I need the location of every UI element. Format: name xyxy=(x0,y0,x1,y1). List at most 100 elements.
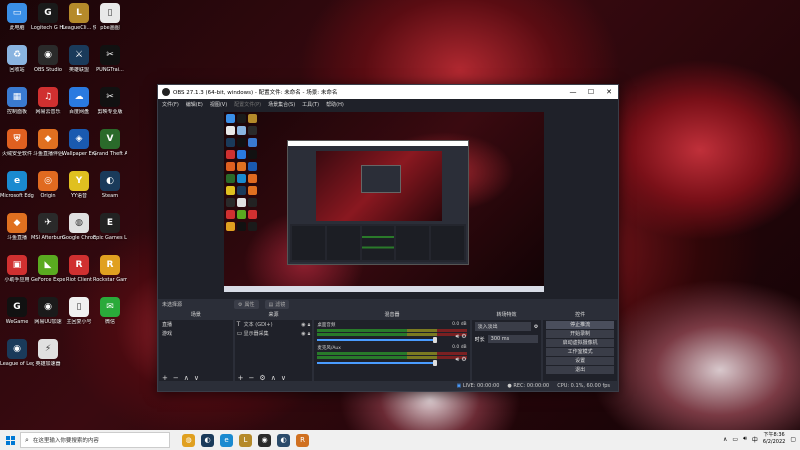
menu-edit[interactable]: 编辑(E) xyxy=(186,101,203,108)
desktop-icon-douyu[interactable]: ◆ 斗鱼直播伴侣 xyxy=(31,129,65,165)
volume-meter xyxy=(317,356,467,359)
preview-mini-riot-icon xyxy=(248,210,257,219)
maximize-button[interactable]: ☐ xyxy=(582,88,600,96)
desktop-icon-edge[interactable]: e Microsoft Edge xyxy=(0,171,34,207)
steam-taskbar-icon[interactable]: ◐ xyxy=(201,433,214,447)
uu-icon: ◉ xyxy=(38,297,58,317)
taskbar-search[interactable]: ⌕ 在这里输入你要搜索的内容 xyxy=(20,432,170,448)
menu-file[interactable]: 文件(F) xyxy=(162,101,179,108)
desktop-icon-wallpaper-engine[interactable]: ◈ Wallpaper Engine xyxy=(62,129,96,165)
properties-button[interactable]: ⚙ 属性 xyxy=(234,300,259,309)
minimize-button[interactable]: — xyxy=(564,88,582,96)
edge-taskbar-icon[interactable]: e xyxy=(220,433,233,447)
steam2-taskbar-icon[interactable]: ◐ xyxy=(277,433,290,447)
desktop-icon-huorong[interactable]: ⛨ 火绒安全软件 xyxy=(0,129,34,165)
league-taskbar-icon[interactable]: L xyxy=(239,433,252,447)
desktop-icon-label: Grand Theft Auto V xyxy=(93,151,127,157)
eye-icon[interactable]: ◉ xyxy=(301,322,305,328)
desktop-icon-origin[interactable]: ◎ Origin xyxy=(31,171,65,207)
source-item-text[interactable]: T 文本 (GDI+) ◉ 🔒︎ xyxy=(235,320,313,329)
desktop-icon-lol[interactable]: ⚔ 英雄联盟 xyxy=(62,45,96,81)
desktop-icon-obs[interactable]: ◉ OBS Studio xyxy=(31,45,65,81)
desktop-icon-steam[interactable]: ◐ Steam xyxy=(93,171,127,207)
desktop-icon-computer[interactable]: ▭ 此电脑 xyxy=(0,3,34,39)
menu-profile[interactable]: 配置文件(P) xyxy=(234,101,261,108)
file-icon: ▯ xyxy=(100,3,120,23)
network-icon[interactable]: ▭ xyxy=(732,436,738,443)
obs-window[interactable]: OBS 27.1.3 (64-bit, windows) - 配置文件: 未命名… xyxy=(157,84,619,392)
start-recording-button[interactable]: 开始录制 xyxy=(546,330,614,338)
speaker-icon[interactable]: 🔊︎ xyxy=(456,356,460,363)
preview-canvas[interactable] xyxy=(224,112,544,292)
desktop-icon-riot[interactable]: R Riot Client xyxy=(62,255,96,291)
speaker-icon[interactable]: 🔊︎ xyxy=(456,333,460,340)
scene-item-game[interactable]: 游戏 xyxy=(159,329,233,338)
desktop-icon-control-panel[interactable]: ▦ 控制面板 xyxy=(0,87,34,123)
obs-taskbar-icon[interactable]: ◉ xyxy=(258,433,271,447)
preview-nested-obs-window xyxy=(287,140,469,265)
exit-button[interactable]: 退出 xyxy=(546,366,614,374)
ime-icon[interactable]: 中 xyxy=(752,435,758,444)
start-button[interactable] xyxy=(0,435,20,445)
desktop-icon-baidu-pan[interactable]: ☁ 百度网盘 xyxy=(62,87,96,123)
desktop-icon-epic[interactable]: E Epic Games Launcher xyxy=(93,213,127,249)
chevron-up-icon[interactable]: ∧ xyxy=(723,436,727,443)
desktop-icon-rockstar[interactable]: R Rockstar Games... xyxy=(93,255,127,291)
source-item-display-capture[interactable]: ▭ 显示器采集 ◉ 🔒︎ xyxy=(235,329,313,338)
desktop-icon-league[interactable]: L LeagueCli... 快捷方式 xyxy=(62,3,96,39)
obs-titlebar[interactable]: OBS 27.1.3 (64-bit, windows) - 配置文件: 未命名… xyxy=(158,85,618,99)
desktop-icon-accelerator[interactable]: ⚡ 英雄加速器 xyxy=(31,339,65,375)
volume-slider[interactable] xyxy=(317,360,437,366)
filters-button[interactable]: ▤ 滤镜 xyxy=(264,300,290,309)
menu-scene-collection[interactable]: 场景集合(S) xyxy=(268,101,295,108)
lock-icon[interactable]: 🔒︎ xyxy=(308,322,311,328)
desktop-icon-recycle-bin[interactable]: ♻ 回收站 xyxy=(0,45,34,81)
riot-taskbar-icon[interactable]: R xyxy=(296,433,309,447)
gear-icon[interactable]: ⚙ xyxy=(461,333,466,340)
desktop-icon-file[interactable]: ▯ pbe画图 xyxy=(93,3,127,39)
desktop-icon-wegame[interactable]: G WeGame xyxy=(0,297,34,333)
stop-streaming-button[interactable]: 停止推流 xyxy=(546,321,614,329)
menu-help[interactable]: 帮助(H) xyxy=(326,101,344,108)
desktop-icon-douyu-live[interactable]: ◆ 斗鱼直播 xyxy=(0,213,34,249)
league-of-legends-icon: ◉ xyxy=(7,339,27,359)
preview-mini-helper-app-icon xyxy=(226,210,235,219)
volume-icon[interactable]: 🔊︎ xyxy=(743,435,747,443)
studio-mode-button[interactable]: 工作室模式 xyxy=(546,348,614,356)
gear-icon[interactable]: ⚙ xyxy=(461,356,466,363)
clock[interactable]: 下午8:36 6/2/2022 xyxy=(763,432,785,446)
desktop-icon-helper-app[interactable]: ▣ 小助手应用 xyxy=(0,255,34,291)
preview-mini-capcut-icon xyxy=(237,138,246,147)
duration-input[interactable]: 300 ms xyxy=(487,335,539,343)
settings-button[interactable]: 设置 xyxy=(546,357,614,365)
close-button[interactable]: ✕ xyxy=(600,88,618,96)
notification-icon[interactable]: ▢ xyxy=(790,436,796,443)
lock-icon[interactable]: 🔒︎ xyxy=(308,331,311,337)
transition-select[interactable]: 淡入淡出 xyxy=(474,322,531,331)
desktop-icon-chrome[interactable]: ◍ Google Chrome xyxy=(62,213,96,249)
menu-tools[interactable]: 工具(T) xyxy=(302,101,319,108)
preview-desktop-icons xyxy=(226,114,258,233)
eye-icon[interactable]: ◉ xyxy=(301,331,305,337)
desktop-icon-wechat[interactable]: ✉ 微信 xyxy=(93,297,127,333)
scene-item-live[interactable]: 直播 xyxy=(159,320,233,329)
control-panel-icon: ▦ xyxy=(7,87,27,107)
menu-view[interactable]: 视图(V) xyxy=(210,101,227,108)
start-virtual-camera-button[interactable]: 启动虚拟摄像机 xyxy=(546,339,614,347)
desktop-icon-yy[interactable]: Y YY语音 xyxy=(62,171,96,207)
desktop-icon-capcut[interactable]: ✂ PUNGTrai... xyxy=(93,45,127,81)
gear-icon[interactable]: ⚙ xyxy=(534,324,538,330)
desktop-icon-geforce[interactable]: ◣ GeForce Experience xyxy=(31,255,65,291)
desktop-icon-text-file[interactable]: ▯ 主回复小号 xyxy=(62,297,96,333)
desktop-icon-jianying[interactable]: ✂ 剪映专业版 xyxy=(93,87,127,123)
desktop-icon-league-of-legends[interactable]: ◉ League of Legends... xyxy=(0,339,34,375)
obs-menubar: 文件(F) 编辑(E) 视图(V) 配置文件(P) 场景集合(S) 工具(T) … xyxy=(158,99,618,109)
volume-slider[interactable] xyxy=(317,337,437,343)
slider-knob[interactable] xyxy=(432,360,437,366)
desktop-icon-uu[interactable]: ◉ 网易UU加速 xyxy=(31,297,65,333)
desktop-icon-logitech[interactable]: G Logitech G HUB xyxy=(31,3,65,39)
desktop-icon-gta[interactable]: V Grand Theft Auto V xyxy=(93,129,127,165)
desktop-icon-msi[interactable]: ✈ MSI Afterburner xyxy=(31,213,65,249)
chrome-taskbar-icon[interactable]: ◍ xyxy=(182,433,195,447)
desktop-icon-netease-music[interactable]: ♫ 网易云音乐 xyxy=(31,87,65,123)
